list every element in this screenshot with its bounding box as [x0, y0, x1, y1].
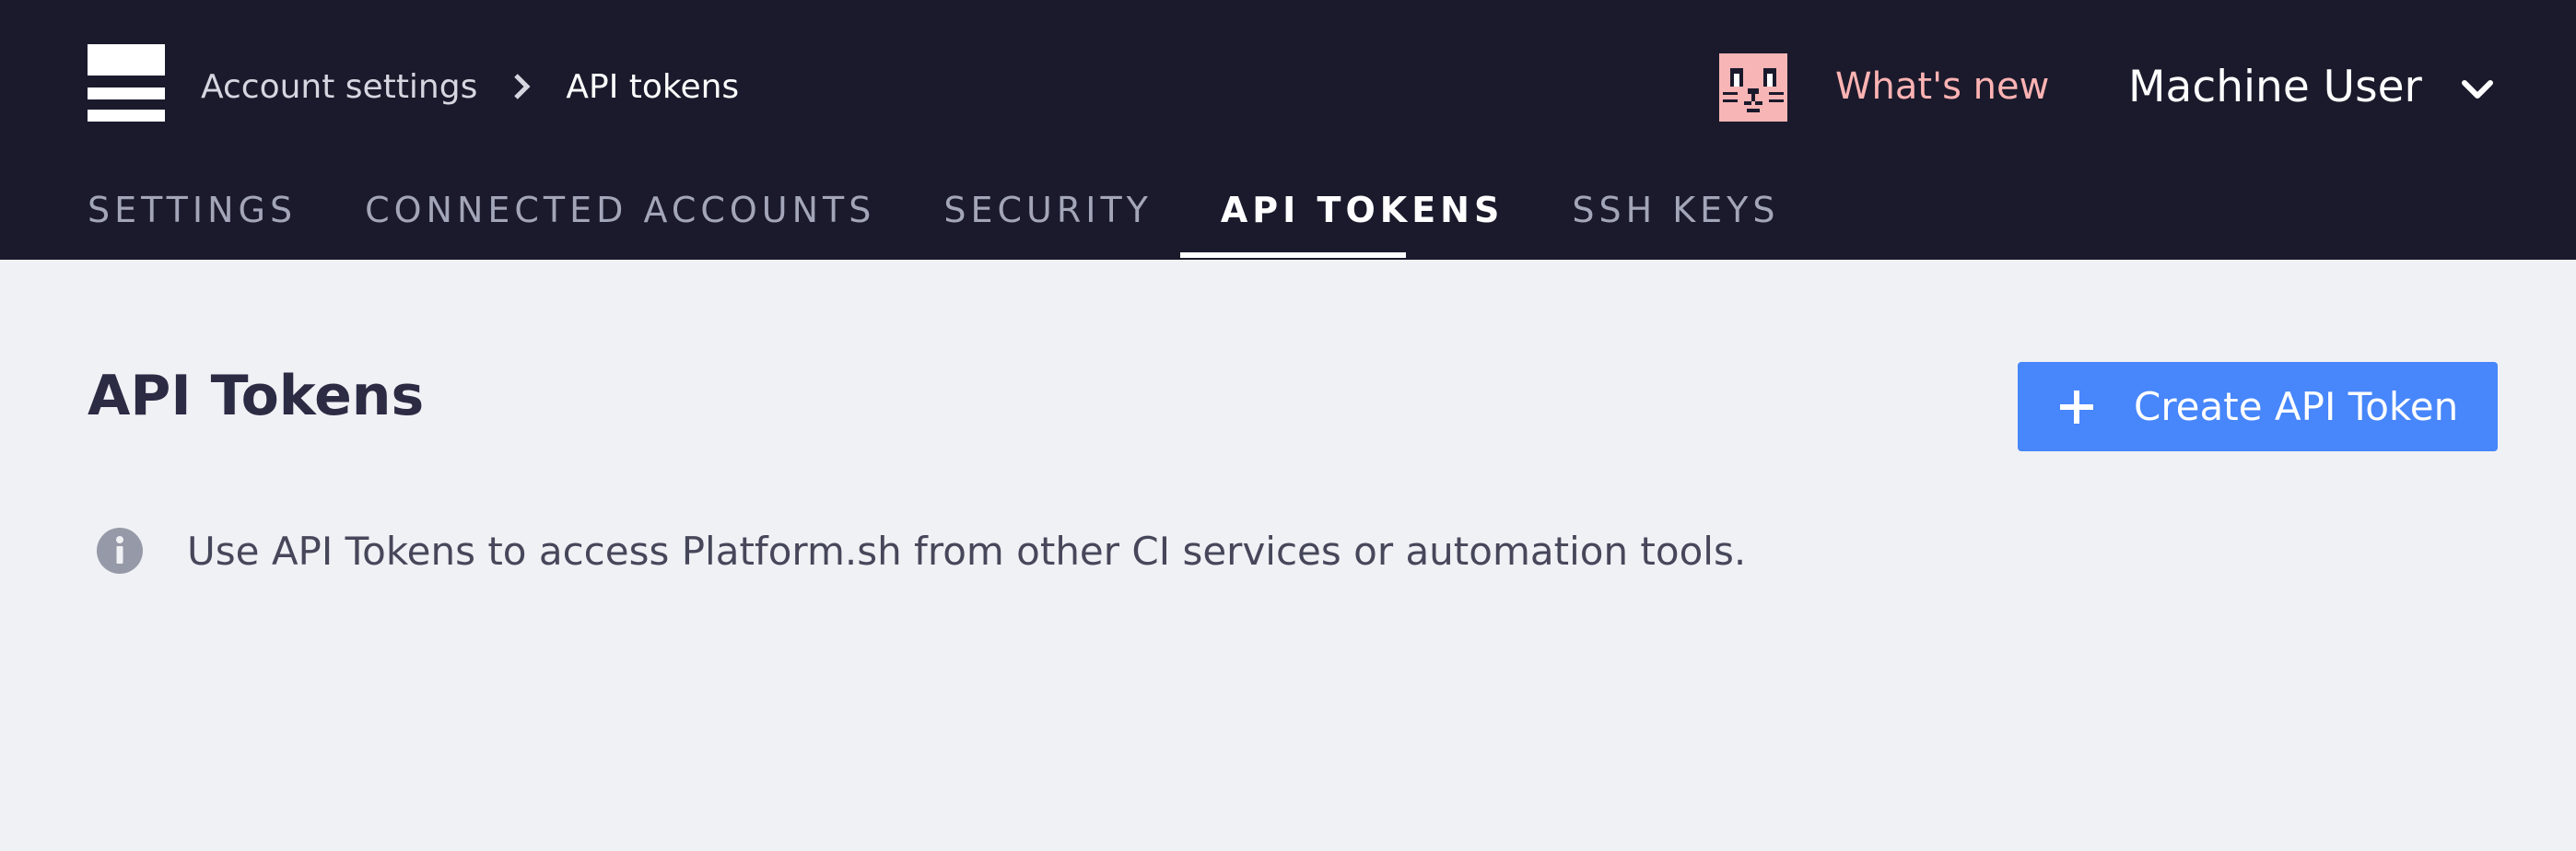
- cat-avatar-icon[interactable]: [1719, 53, 1787, 122]
- active-tab-indicator: [1180, 252, 1406, 258]
- user-name: Machine User: [2128, 61, 2422, 112]
- info-text: Use API Tokens to access Platform.sh fro…: [187, 528, 1747, 574]
- tab-security[interactable]: SECURITY: [943, 181, 1153, 239]
- info-icon: [97, 528, 143, 574]
- breadcrumb-api-tokens: API tokens: [566, 67, 740, 106]
- tab-settings[interactable]: SETTINGS: [88, 181, 297, 239]
- user-menu-button[interactable]: Machine User: [2128, 53, 2498, 120]
- settings-tabs: SETTINGS CONNECTED ACCOUNTS SECURITY API…: [88, 181, 1848, 239]
- breadcrumb-account-settings[interactable]: Account settings: [201, 68, 477, 106]
- tab-connected-accounts[interactable]: CONNECTED ACCOUNTS: [365, 181, 875, 239]
- page-title: API Tokens: [88, 364, 425, 428]
- create-api-token-label: Create API Token: [2134, 384, 2459, 429]
- chevron-down-icon: [2461, 80, 2493, 99]
- tab-ssh-keys[interactable]: SSH KEYS: [1572, 181, 1779, 239]
- chevron-right-icon: [514, 74, 531, 99]
- plus-icon: [2060, 390, 2093, 424]
- create-api-token-button[interactable]: Create API Token: [2018, 362, 2498, 451]
- tab-api-tokens[interactable]: API TOKENS: [1221, 181, 1504, 239]
- info-message: Use API Tokens to access Platform.sh fro…: [97, 523, 1746, 578]
- breadcrumb: Account settings API tokens: [201, 63, 739, 111]
- whats-new-link[interactable]: What's new: [1835, 61, 2049, 112]
- top-navigation-bar: Account settings API tokens What's new M…: [0, 0, 2576, 260]
- platform-logo-icon[interactable]: [88, 44, 165, 122]
